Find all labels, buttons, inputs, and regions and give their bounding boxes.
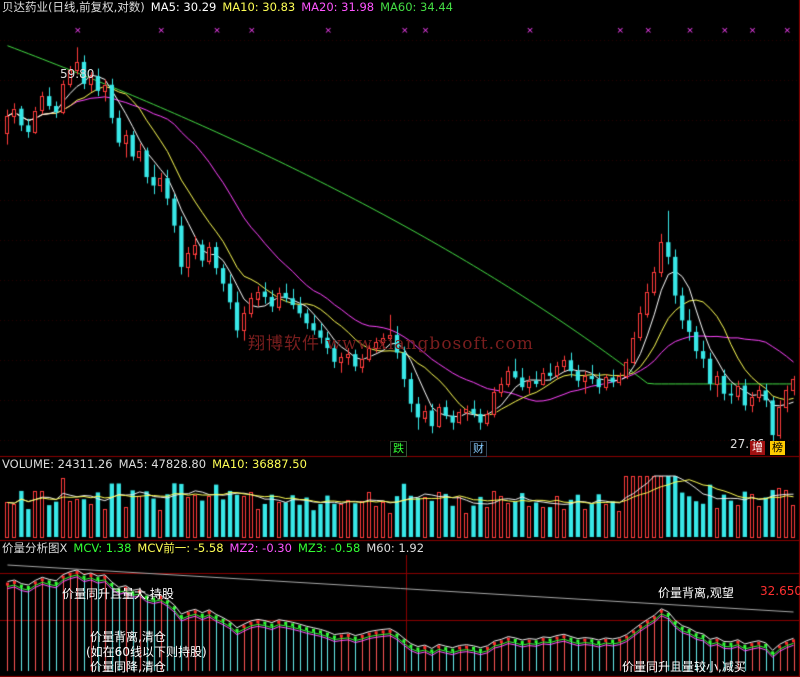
mz2-value: MZ2: -0.30 — [229, 541, 292, 555]
label-fall-clear: 价量同降,清仓 — [90, 660, 166, 674]
tag-increase[interactable]: 增 — [750, 441, 765, 455]
ma20-value: MA20: 31.98 — [301, 0, 375, 14]
ma60-value: MA60: 34.44 — [380, 0, 453, 14]
tag-list[interactable]: 榜 — [770, 441, 785, 455]
watermark: 翔博软件 www.xiangbosoft.com — [248, 334, 534, 354]
tag-fall[interactable]: 跌 — [390, 441, 407, 457]
tag-finance[interactable]: 财 — [470, 441, 487, 457]
indicator-value: 32.650 — [760, 584, 800, 598]
stock-title: 贝达药业(日线,前复权,对数) — [2, 0, 145, 14]
label-watch: 价量背离,观望 — [658, 586, 734, 600]
indicator-name: 价量分析图X — [2, 541, 68, 555]
mz3-value: MZ3: -0.58 — [297, 541, 361, 555]
volume-ma10: MA10: 36887.50 — [212, 457, 307, 471]
label-rise-small: 价量同升且量较小,减买 — [622, 660, 746, 674]
mcv-value: MCV: 1.38 — [73, 541, 132, 555]
volume-header: VOLUME: 24311.26 MA5: 47828.80 MA10: 36887… — [2, 457, 313, 471]
ma10-value: MA10: 30.83 — [222, 0, 296, 14]
high-price-label: 59.80 — [60, 67, 95, 81]
m60-value: M60: 1.92 — [366, 541, 425, 555]
price-header: 贝达药业(日线,前复权,对数) MA5: 30.29 MA10: 30.83 MA20… — [2, 0, 459, 14]
mcv-prev-value: MCV前一: -5.58 — [137, 541, 224, 555]
volume-ma5: MA5: 47828.80 — [118, 457, 207, 471]
indicator-header: 价量分析图X MCV: 1.38 MCV前一: -5.58 MZ2: -0.30 MZ3… — [2, 541, 430, 555]
label-hold: 价量同升且量大,持股 — [62, 587, 174, 601]
ma5-value: MA5: 30.29 — [150, 0, 217, 14]
volume-value: VOLUME: 24311.26 — [2, 457, 113, 471]
